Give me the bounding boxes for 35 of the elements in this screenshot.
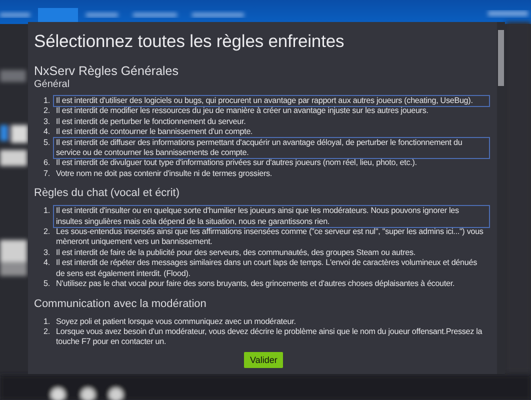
section-heading: Communication avec la modération xyxy=(34,298,206,310)
rule-number: 7. xyxy=(42,168,50,180)
section-heading: Règles du chat (vocal et écrit) xyxy=(34,187,180,200)
validate-button[interactable]: Valider xyxy=(244,352,284,368)
rule-item[interactable]: Il est interdit de contourner le bannissement d'un compte. xyxy=(54,127,489,138)
rule-item[interactable]: Soyez poli et patient lorsque vous communiquez avec un modérateur. xyxy=(54,316,489,327)
rule-item[interactable]: Il est interdit de répéter des messages similaires dans un court laps de temps. L'envoi de caractères volumineux et dénués de sens est également interdit. (Flood). xyxy=(54,258,489,280)
selected-rule[interactable]: Il est interdit de diffuser des informations permettant d'acquérir un avantage déloyal, de perturber le fonctionnement du service ou de contourner les bannissements de compte. xyxy=(54,138,489,158)
rule-number: 1. xyxy=(42,316,50,327)
rule-number: 3. xyxy=(42,248,50,258)
rule-number: 2. xyxy=(42,106,50,117)
rule-number: 5. xyxy=(42,279,50,290)
rule-number: 3. xyxy=(42,116,50,128)
rule-item[interactable]: Votre nom ne doit pas contenir d'insulte ni de termes grossiers. xyxy=(54,168,489,180)
rulebook-title: NxServ Règles Générales xyxy=(34,64,180,78)
rule-number: 1. xyxy=(42,96,50,106)
rule-item[interactable]: Il est interdit de modifier les ressources du jeu de manière à créer un avantage injuste sur les autres joueurs. xyxy=(54,106,489,117)
rule-number: 5. xyxy=(42,138,50,149)
rule-item[interactable]: Il est interdit de faire de la publicité pour des serveurs, des communautés, des groupes Steam ou autres. xyxy=(54,248,489,258)
scrollbar[interactable] xyxy=(497,22,505,374)
section-heading: Général xyxy=(34,79,70,90)
rule-item[interactable]: Il est interdit de divulguer tout type d'informations privées sur d'autres joueurs (nom réel, lieu, photo, etc.). xyxy=(54,158,489,169)
rule-number: 2. xyxy=(42,227,50,238)
rule-number: 2. xyxy=(42,326,50,338)
rule-number: 4. xyxy=(42,127,50,138)
rule-item[interactable]: N'utilisez pas le chat vocal pour faire des sons bruyants, des grincements et d'autres choses déplaisantes à écouter. xyxy=(54,279,489,290)
selected-rule[interactable]: Il est interdit d'insulter ou en quelque sorte d'humilier les joueurs ainsi que les modérateurs. Nous pouvons ignorer les insultes singulières mais cela dépend de la situation, nous ne garantissons rien. xyxy=(54,206,489,228)
rule-item[interactable]: Il est interdit de perturber le fonctionnement du serveur. xyxy=(54,116,489,128)
rule-item[interactable]: Lorsque vous avez besoin d'un modérateur, vous devez décrire le problème ainsi que le nom du joueur offensant.Pressez la touche F7 pour en contacter un. xyxy=(54,326,489,348)
rule-number: 1. xyxy=(42,206,50,218)
rule-number: 6. xyxy=(42,158,50,169)
rule-number: 4. xyxy=(42,258,50,270)
selected-rule[interactable]: Il est interdit d'utiliser des logiciels ou bugs, qui procurent un avantage par rapport aux autres joueurs (cheating, UseBug). xyxy=(54,96,489,106)
dialog-title: Sélectionnez toutes les règles enfreintes xyxy=(34,31,346,52)
rule-item[interactable]: Les sous-entendus insensés ainsi que les affirmations insensées comme ("ce serveur est nul", "super les admins ici...") vous mèneront uniquement vers un bannissement. xyxy=(54,227,489,248)
